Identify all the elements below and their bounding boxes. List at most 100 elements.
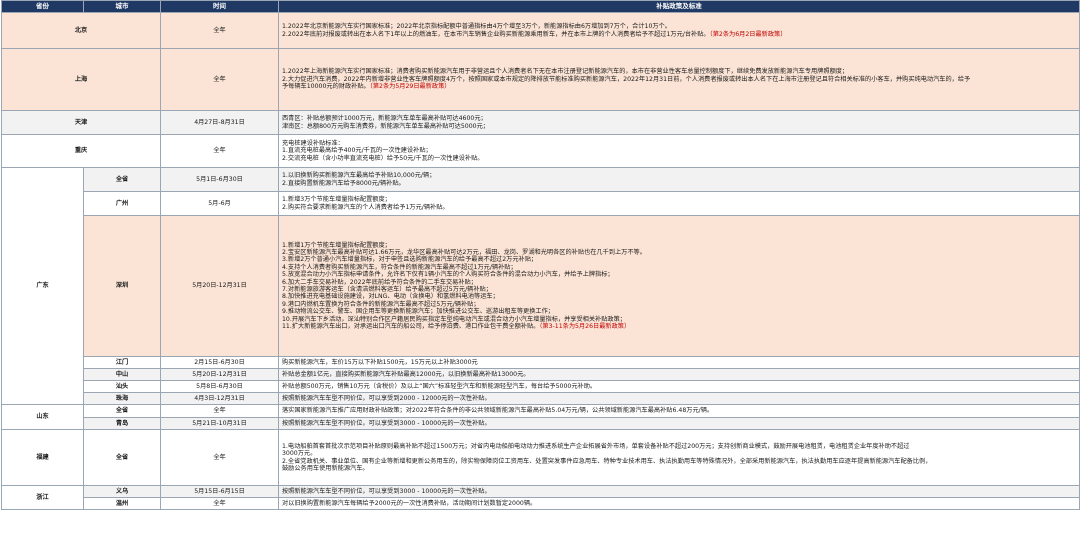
province-zhejiang: 浙江 [1,485,84,510]
policy-zhuhai: 按照新能源汽车车型不同价位，可以享受到2000 - 12000元的一次性补贴。 [278,392,1080,405]
city-zhuhai: 珠海 [83,392,161,405]
header-row: 省份 城市 时间 补贴政策及标准 [1,0,1080,13]
period-zhongshan: 5月20日-12月31日 [160,368,279,381]
header-period: 时间 [160,0,279,13]
policy-line: 补贴总额500万元，销售10万元（含税价）及以上“国六”标准轻型汽车和新能源轻型… [282,382,597,390]
policy-zhongshan: 补贴总金额1亿元，直接购买新能源汽车补贴最高12000元，以旧换新最高补贴130… [278,368,1080,381]
policy-shantou: 补贴总额500万元，销售10万元（含税价）及以上“国六”标准轻型汽车和新能源轻型… [278,380,1080,393]
policy-line: 1.新增1万个节能车增量指标配置额度； [282,241,391,249]
policy-line: 按照新能源汽车车型不同价位，可以享受到3000 - 10000元的一次性补贴。 [282,487,491,495]
province-chongqing: 重庆 [1,134,161,168]
header-province: 省份 [1,0,84,13]
policy-line: 2.直接购置新能源汽车给予8000元/辆补贴。 [282,179,405,187]
province-fujian: 福建 [1,429,84,486]
policy-wenzhou: 对以旧换购置新能源汽车每辆给予2000元的一次性消费补贴，活动期间计划数暂定20… [278,497,1080,510]
period-guangzhou: 5月-6月 [160,191,279,216]
period-shanghai: 全年 [160,48,279,111]
policy-line: 购买新能源汽车，车价15万以下补贴1500元，15万元以上补贴3000元 [282,358,478,366]
policy-line: 1.新增3万个节能车增量指标配置额度； [282,196,391,204]
policy-table: 省份 城市 时间 补贴政策及标准 北京 全年 1.2022年北京新能源汽车实行国… [1,0,1080,510]
period-shandong-sheng: 全年 [160,404,279,418]
policy-fujian: 1.电动船舶首套首批次示范项目补贴原则最高补贴不超过1500万元；对省内电动船舶… [278,429,1080,486]
policy-line: 1.电动船舶首套首批次示范项目补贴原则最高补贴不超过1500万元；对省内电动船舶… [282,442,910,450]
policy-line: 鼓励公务用车使用新能源汽车。 [282,464,369,472]
policy-line: 落实国家新能源汽车推广应用财政补贴政策；对2022年符合条件的非公共领域新能源汽… [282,407,714,415]
policy-line: 1.直流充电桩最高给予400元/千瓦的一次性建设补贴； [282,147,432,155]
policy-line: 3000万元。 [282,450,317,458]
city-fujian-sheng: 全省 [83,429,161,486]
city-zhongshan: 中山 [83,368,161,381]
policy-beijing: 1.2022年北京新能源汽车实行国家标准；2022年北京指标配额中普通指标由4万… [278,12,1080,49]
period-chongqing: 全年 [160,134,279,168]
province-beijing: 北京 [1,12,161,49]
policy-chongqing: 充电桩建设补贴标准： 1.直流充电桩最高给予400元/千瓦的一次性建设补贴； 2… [278,134,1080,168]
policy-line: 10.开展汽车下乡活动，深汕特别合作区户籍居民购买指定车型纯电动汽车或混合动力小… [282,315,626,323]
header-city: 城市 [83,0,161,13]
city-qingdao: 青岛 [83,417,161,430]
policy-line: 2.2022年底前对报废或转出在本人名下1年以上的燃油车，在本市汽车销售企业购买… [282,30,787,38]
policy-line: 2.购买符合要求新能源汽车的个人消费者给予1万元/辆补贴。 [282,203,449,211]
policy-line: 3.新增2万个普通小汽车增量指标，对于申签且选购新能源汽车的给予最高不超过2万元… [282,256,538,264]
row-yiwu: 浙江 义乌 5月15日-6月15日 按照新能源汽车车型不同价位，可以享受到300… [1,485,1080,510]
policy-line: 补贴总金额1亿元，直接购买新能源汽车补贴最高12000元，以旧换新最高补贴130… [282,370,530,378]
policy-line: 1.2022年北京新能源汽车实行国家标准；2022年北京指标配额中普通指标由4万… [282,23,671,31]
policy-line: 西青区：补贴总额预计1000万元，新能源汽车单车最高补贴可达4600元； [282,115,487,123]
policy-line: 2.全省党政机关、事业单位、国有企业等新增和更新公务用车的，除实物保障岗位工资用… [282,457,932,465]
policy-line: 2.交流充电桩（含小功率直流充电桩）给予50元/千瓦的一次性建设补贴。 [282,154,484,162]
policy-line: 1.2022年上海新能源汽车实行国家标准；消费者购买新能源汽车用于非营运且个人消… [282,68,849,76]
period-guangdong-sheng: 5月1日-6月30日 [160,167,279,192]
row-beijing: 北京 全年 1.2022年北京新能源汽车实行国家标准；2022年北京指标配额中普… [1,12,1080,49]
city-shantou: 汕头 [83,380,161,393]
row-tianjin: 天津 4月27日-8月31日 西青区：补贴总额预计1000万元，新能源汽车单车最… [1,110,1080,135]
policy-line: 予每辆车10000元的财政补贴。（第2条为5月29日最新政策） [282,83,451,91]
city-yiwu: 义乌 [83,485,161,498]
period-wenzhou: 全年 [160,497,279,510]
city-shandong-sheng: 全省 [83,404,161,418]
row-shanghai: 上海 全年 1.2022年上海新能源汽车实行国家标准；消费者购买新能源汽车用于非… [1,48,1080,111]
policy-line: 11.扩大新能源汽车出口，对承运出口汽车的船公司，给予停泊费、港口作业包干费全额… [282,323,631,331]
city-guangdong-sheng: 全省 [83,167,161,192]
policy-line: 6.加大二手车交易补贴，2022年底前给予符合条件的二手车交易补贴； [282,278,477,286]
policy-jiangmen: 购买新能源汽车，车价15万以下补贴1500元，15万元以上补贴3000元 [278,356,1080,369]
policy-guangzhou: 1.新增3万个节能车增量指标配置额度； 2.购买符合要求新能源汽车的个人消费者给… [278,191,1080,216]
row-shenzhen: 深圳 5月20日-12月31日 1.新增1万个节能车增量指标配置额度； 2.宝安… [2,215,1080,357]
period-jiangmen: 2月15日-6月30日 [160,356,279,369]
period-shantou: 5月8日-6月30日 [160,380,279,393]
latest-policy-note: （第3-11条为5月26日最新政策） [539,323,631,331]
policy-yiwu: 按照新能源汽车车型不同价位，可以享受到3000 - 10000元的一次性补贴。 [278,485,1080,498]
row-guangzhou: 广州 5月-6月 1.新增3万个节能车增量指标配置额度； 2.购买符合要求新能源… [2,191,1080,216]
header-policy: 补贴政策及标准 [278,0,1080,13]
province-shanghai: 上海 [1,48,161,111]
policy-line: 9.推动物流公交车、警车、国企用车等更换新能源汽车；加快推进公交车、巡游出租车等… [282,308,554,316]
period-fujian-sheng: 全年 [160,429,279,486]
period-zhuhai: 4月3日-12月31日 [160,392,279,405]
policy-line: 对以旧换购置新能源汽车每辆给予2000元的一次性消费补贴，活动期间计划数暂定20… [282,499,537,507]
policy-line: 1.以旧换新购买新能源汽车最高给予补贴10,000元/辆； [282,172,436,180]
row-zhongshan: 中山 5月20日-12月31日 补贴总金额1亿元，直接购买新能源汽车补贴最高12… [2,368,1080,381]
policy-shenzhen: 1.新增1万个节能车增量指标配置额度； 2.宝安区新能源汽车最高补贴可达1.66… [278,215,1080,357]
policy-guangdong-sheng: 1.以旧换新购买新能源汽车最高给予补贴10,000元/辆； 2.直接购置新能源汽… [278,167,1080,192]
period-tianjin: 4月27日-8月31日 [160,110,279,135]
row-jiangmen: 江门 2月15日-6月30日 购买新能源汽车，车价15万以下补贴1500元，15… [2,356,1080,369]
city-guangzhou: 广州 [83,191,161,216]
period-qingdao: 5月21日-10月31日 [160,417,279,430]
policy-tianjin: 西青区：补贴总额预计1000万元，新能源汽车单车最高补贴可达4600元； 津南区… [278,110,1080,135]
policy-shanghai: 1.2022年上海新能源汽车实行国家标准；消费者购买新能源汽车用于非营运且个人消… [278,48,1080,111]
period-yiwu: 5月15日-6月15日 [160,485,279,498]
period-shenzhen: 5月20日-12月31日 [160,215,279,357]
latest-policy-note: （第2条为6月2日最新政策） [709,30,787,38]
row-fujian: 福建 全省 全年 1.电动船舶首套首批次示范项目补贴原则最高补贴不超过1500万… [1,429,1080,486]
policy-shandong-sheng: 落实国家新能源汽车推广应用财政补贴政策；对2022年符合条件的非公共领域新能源汽… [278,404,1080,418]
policy-line: 8.加快推进充电基础设施建设，对LNG、电动（含换电）和氢燃料电池等运车； [282,293,499,301]
policy-qingdao: 按照新能源汽车车型不同价位，可以享受到3000 - 10000元的一次性补贴。 [278,417,1080,430]
policy-line: 按照新能源汽车车型不同价位，可以享受到3000 - 10000元的一次性补贴。 [282,419,491,427]
row-chongqing: 重庆 全年 充电桩建设补贴标准： 1.直流充电桩最高给予400元/千瓦的一次性建… [1,134,1080,168]
city-jiangmen: 江门 [83,356,161,369]
province-shandong: 山东 [1,404,84,430]
city-wenzhou: 温州 [83,497,161,510]
row-qingdao: 青岛 5月21日-10月31日 按照新能源汽车车型不同价位，可以享受到3000 … [2,417,1080,430]
province-guangdong: 广东 [1,167,84,405]
city-shenzhen: 深圳 [83,215,161,357]
row-wenzhou: 温州 全年 对以旧换购置新能源汽车每辆给予2000元的一次性消费补贴，活动期间计… [2,497,1080,510]
row-shandong-sheng: 山东 全省 全年 落实国家新能源汽车推广应用财政补贴政策；对2022年符合条件的… [1,404,1080,430]
